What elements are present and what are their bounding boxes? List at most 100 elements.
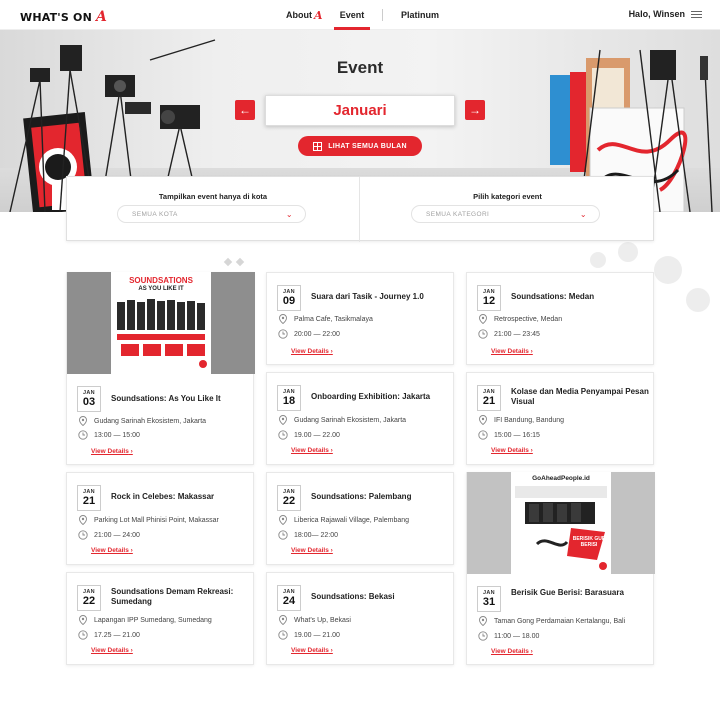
view-details-label: View Details: [91, 647, 129, 654]
event-card[interactable]: JAN 12 Soundsations: Medan Retrospective…: [466, 272, 654, 365]
location-pin-icon: [277, 313, 289, 325]
event-card[interactable]: JAN 21 Rock in Celebes: Makassar Parking…: [66, 472, 254, 565]
city-filter: Tampilkan event hanya di kota SEMUA KOTA…: [67, 177, 360, 242]
view-details-link[interactable]: View Details ›: [91, 547, 133, 554]
location-pin-icon: [477, 615, 489, 627]
event-title: Soundsations: As You Like It: [111, 394, 221, 403]
event-card[interactable]: JAN 18 Onboarding Exhibition: Jakarta Gu…: [266, 372, 454, 465]
event-title: Soundsations: Medan: [511, 292, 595, 301]
poster-subtitle: AS YOU LIKE IT: [138, 286, 184, 292]
date-day: 31: [482, 596, 496, 608]
event-time-text: 20:00 — 22:00: [294, 330, 340, 338]
view-details-link[interactable]: View Details ›: [491, 348, 533, 355]
event-venue: Palma Cafe, Tasikmalaya: [277, 313, 455, 325]
prev-month-button[interactable]: ←: [235, 100, 255, 120]
event-time-text: 17.25 — 21.00: [94, 631, 140, 639]
event-venue-text: Liberica Rajawali Village, Palembang: [294, 516, 410, 524]
view-details-link[interactable]: View Details ›: [291, 647, 333, 654]
view-details-label: View Details: [291, 647, 329, 654]
event-time-text: 18:00— 22:00: [294, 531, 338, 539]
event-card[interactable]: JAN 21 Kolase dan Media Penyampai Pesan …: [466, 372, 654, 465]
event-time: 17.25 — 21.00: [77, 629, 255, 641]
hamburger-icon[interactable]: [691, 10, 702, 18]
view-details-link[interactable]: View Details ›: [91, 647, 133, 654]
event-venue-text: IFI Bandung, Bandung: [494, 416, 565, 424]
nav-event[interactable]: Event: [334, 0, 370, 30]
event-venue: Parking Lot Mall Phinisi Point, Makassar: [77, 514, 255, 526]
month-label: Januari: [333, 102, 387, 119]
filter-panel: Tampilkan event hanya di kota SEMUA KOTA…: [66, 176, 654, 242]
date-day: 24: [282, 595, 296, 607]
nav-platinum-label: Platinum: [401, 10, 440, 20]
user-menu[interactable]: Halo, Winsen: [629, 9, 702, 19]
event-card[interactable]: JAN 22 Soundsations: Palembang Liberica …: [266, 472, 454, 565]
date-day: 18: [282, 395, 296, 407]
page-title: Event: [336, 58, 384, 77]
event-time-text: 13:00 — 15:00: [94, 431, 140, 439]
event-card[interactable]: JAN 09 Suara dari Tasik - Journey 1.0 Pa…: [266, 272, 454, 365]
category-filter: Pilih kategori event SEMUA KATEGORI ⌄: [361, 177, 654, 242]
nav-about-label: About: [286, 10, 312, 20]
view-details-label: View Details: [91, 448, 129, 455]
event-title: Suara dari Tasik - Journey 1.0: [311, 292, 424, 301]
event-card[interactable]: JAN 24 Soundsations: Bekasi What's Up, B…: [266, 572, 454, 665]
event-time-text: 21:00 — 24:00: [94, 531, 140, 539]
event-poster-image: SOUNDSATIONS AS YOU LIKE IT: [67, 272, 255, 374]
view-details-link[interactable]: View Details ›: [291, 348, 333, 355]
chevron-down-icon: ⌄: [579, 210, 587, 219]
poster-subtitle: BERISIK GUE BERISI: [572, 536, 606, 548]
date-badge: JAN 09: [277, 285, 301, 311]
date-badge: JAN 22: [77, 585, 101, 611]
event-venue: Gudang Sarinah Ekosistem, Jakarta: [277, 414, 455, 426]
view-details-link[interactable]: View Details ›: [91, 448, 133, 455]
view-details-link[interactable]: View Details ›: [291, 447, 333, 454]
category-select[interactable]: SEMUA KATEGORI ⌄: [411, 205, 600, 223]
event-card[interactable]: GoAheadPeople.id BERISIK GUE BERISI JAN …: [466, 472, 655, 665]
event-venue: Taman Gong Perdamaian Kertalangu, Bali: [477, 615, 655, 627]
nav-platinum[interactable]: Platinum: [395, 0, 445, 30]
view-details-label: View Details: [291, 547, 329, 554]
event-card[interactable]: SOUNDSATIONS AS YOU LIKE IT JAN 03 Sound…: [66, 272, 255, 465]
date-day: 21: [482, 395, 496, 407]
event-venue: Gudang Sarinah Ekosistem, Jakarta: [77, 415, 255, 427]
event-venue-text: Gudang Sarinah Ekosistem, Jakarta: [294, 416, 407, 424]
event-time-text: 19.00 — 22.00: [294, 431, 340, 439]
all-months-button[interactable]: LIHAT SEMUA BULAN: [298, 136, 422, 156]
event-card[interactable]: JAN 22 Soundsations Demam Rekreasi: Sume…: [66, 572, 254, 665]
event-venue-text: Retrospective, Medan: [494, 315, 563, 323]
event-venue: Liberica Rajawali Village, Palembang: [277, 514, 455, 526]
date-day: 12: [482, 295, 496, 307]
date-day: 22: [82, 595, 96, 607]
view-details-label: View Details: [91, 547, 129, 554]
city-select[interactable]: SEMUA KOTA ⌄: [117, 205, 306, 223]
event-time-text: 11:00 — 18.00: [494, 632, 540, 640]
logo[interactable]: WHAT'S ON A: [20, 9, 107, 25]
city-select-value: SEMUA KOTA: [132, 210, 178, 218]
event-time: 20:00 — 22:00: [277, 328, 455, 340]
date-day: 03: [82, 396, 96, 408]
view-details-link[interactable]: View Details ›: [491, 447, 533, 454]
nav-about[interactable]: About A: [280, 0, 332, 30]
date-badge: JAN 18: [277, 385, 301, 411]
view-details-link[interactable]: View Details ›: [491, 648, 533, 655]
event-poster-image: GoAheadPeople.id BERISIK GUE BERISI: [467, 472, 655, 574]
main-menu: About A Event Platinum: [280, 0, 445, 30]
event-time: 18:00— 22:00: [277, 529, 455, 541]
next-month-button[interactable]: →: [465, 100, 485, 120]
view-details-link[interactable]: View Details ›: [291, 547, 333, 554]
date-badge: JAN 21: [477, 385, 501, 411]
location-pin-icon: [77, 614, 89, 626]
diamond-decoration: [223, 257, 245, 267]
event-title: Soundsations Demam Rekreasi: Sumedang: [111, 587, 234, 606]
all-months-label: LIHAT SEMUA BULAN: [328, 142, 407, 150]
event-venue: Retrospective, Medan: [477, 313, 655, 325]
event-time: 21:00 — 23:45: [477, 328, 655, 340]
event-venue-text: Lapangan IPP Sumedang, Sumedang: [94, 616, 212, 624]
logo-text: WHAT'S ON: [20, 11, 92, 24]
arrow-left-icon: ←: [239, 103, 251, 117]
clock-icon: [277, 429, 289, 441]
top-navbar: WHAT'S ON A About A Event Platinum Halo,…: [0, 0, 720, 30]
view-details-label: View Details: [491, 348, 529, 355]
event-time: 15:00 — 16:15: [477, 429, 655, 441]
poster-headline: GoAheadPeople.id: [532, 475, 590, 482]
